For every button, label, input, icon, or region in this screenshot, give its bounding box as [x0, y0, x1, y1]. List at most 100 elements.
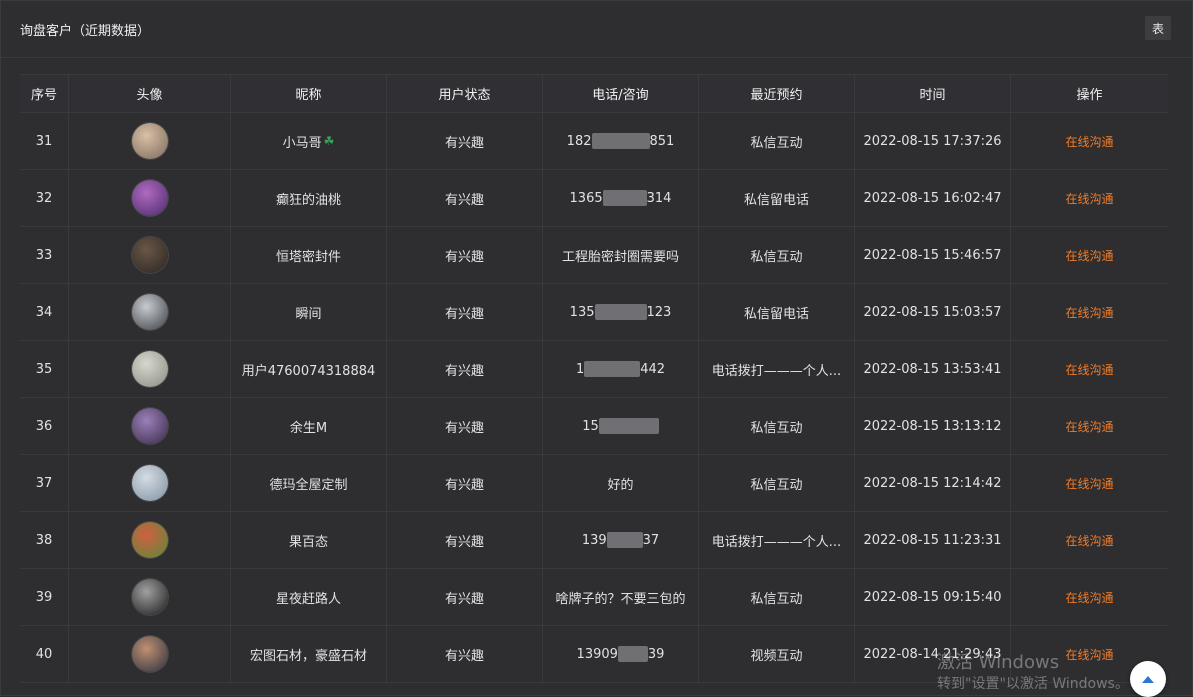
- nickname-text: 瞬间: [295, 306, 322, 322]
- action-cell: 在线沟通: [1011, 398, 1168, 454]
- action-cell: 在线沟通: [1011, 284, 1168, 340]
- phone-prefix: 13909: [576, 646, 618, 662]
- nickname-cell: 用户4760074318884: [231, 341, 387, 397]
- record-time: 2022-08-15 15:03:57: [855, 284, 1011, 340]
- action-cell: 在线沟通: [1011, 341, 1168, 397]
- column-header-action: 操作: [1076, 88, 1103, 103]
- phone-consult-cell: 好的: [543, 455, 699, 511]
- phone-suffix: 123: [646, 304, 672, 320]
- phone-prefix: 135: [569, 304, 595, 320]
- row-index: 35: [20, 341, 69, 397]
- record-time: 2022-08-15 13:13:12: [855, 398, 1011, 454]
- table-row: 33 恒塔密封件 有兴趣 工程胎密封圈需要吗 私信互动 2022-08-15 15:46:…: [20, 227, 1168, 284]
- table-body: 31 小马哥 ☘ 有兴趣 182 851 私信互动 2022-08-15 17:37:26 在线…: [20, 113, 1168, 683]
- record-time: 2022-08-15 11:23:31: [855, 512, 1011, 568]
- online-chat-link[interactable]: 在线沟通: [1065, 646, 1113, 663]
- avatar: [131, 522, 168, 558]
- row-index: 36: [20, 398, 69, 454]
- avatar-cell: [69, 113, 231, 169]
- row-index: 33: [20, 227, 69, 283]
- online-chat-link[interactable]: 在线沟通: [1065, 589, 1113, 606]
- nickname-text: 小马哥: [282, 135, 322, 151]
- customer-table: 序号 头像 昵称 用户状态 电话/咨询 最近预约 时间 操作 31 小马哥 ☘ 有兴趣…: [20, 74, 1168, 683]
- avatar-cell: [69, 626, 231, 682]
- online-chat-link[interactable]: 在线沟通: [1065, 133, 1113, 150]
- user-status: 有兴趣: [387, 512, 543, 568]
- action-cell: 在线沟通: [1011, 227, 1168, 283]
- online-chat-link[interactable]: 在线沟通: [1065, 304, 1113, 321]
- avatar-cell: [69, 227, 231, 283]
- action-cell: 在线沟通: [1011, 455, 1168, 511]
- user-status: 有兴趣: [387, 341, 543, 397]
- phone-redaction-mask: [602, 190, 647, 206]
- nickname-cell: 恒塔密封件: [231, 227, 387, 283]
- nickname-text: 果百态: [288, 534, 328, 550]
- avatar-cell: [69, 398, 231, 454]
- phone-consult-cell: 135 123: [543, 284, 699, 340]
- nickname-cell: 宏图石材，豪盛石材: [231, 626, 387, 682]
- avatar-cell: [69, 569, 231, 625]
- record-time: 2022-08-15 15:46:57: [855, 227, 1011, 283]
- scroll-to-top-button[interactable]: [1130, 661, 1166, 697]
- column-header-phone: 电话/咨询: [543, 75, 699, 112]
- record-time: 2022-08-15 12:14:42: [855, 455, 1011, 511]
- phone-consult-cell: 1365 314: [543, 170, 699, 226]
- phone-suffix: 39: [647, 646, 665, 662]
- recent-reservation: 电话拨打———个人...: [699, 512, 855, 568]
- nickname-text: 恒塔密封件: [275, 249, 341, 265]
- recent-reservation: 私信互动: [699, 113, 855, 169]
- recent-reservation: 私信互动: [699, 455, 855, 511]
- column-header-index: 序号: [20, 75, 69, 112]
- table-view-toggle-button[interactable]: 表: [1145, 16, 1171, 40]
- table-row: 37 德玛全屋定制 有兴趣 好的 私信互动 2022-08-15 12:14:42 在线沟通: [20, 455, 1168, 512]
- consult-text: 工程胎密封圈需要吗: [561, 249, 679, 265]
- nickname-text: 用户4760074318884: [241, 363, 376, 379]
- online-chat-link[interactable]: 在线沟通: [1065, 418, 1113, 435]
- recent-reservation: 私信互动: [699, 569, 855, 625]
- phone-consult-cell: 13909 39: [543, 626, 699, 682]
- phone-suffix: 851: [649, 133, 675, 149]
- recent-reservation: 私信互动: [699, 227, 855, 283]
- phone-prefix: 139: [581, 532, 607, 548]
- online-chat-link[interactable]: 在线沟通: [1065, 475, 1113, 492]
- phone-redaction-mask: [606, 532, 643, 548]
- phone-suffix: 37: [642, 532, 660, 548]
- phone-consult-cell: 1 442: [543, 341, 699, 397]
- nickname-cell: 德玛全屋定制: [231, 455, 387, 511]
- consult-text: 好的: [607, 477, 634, 493]
- online-chat-link[interactable]: 在线沟通: [1065, 361, 1113, 378]
- avatar: [131, 636, 168, 672]
- panel-header: 询盘客户（近期数据） 表: [1, 1, 1192, 58]
- inquiry-panel: 询盘客户（近期数据） 表 序号 头像 昵称 用户状态 电话/咨询 最近预约 时间…: [0, 0, 1193, 697]
- nickname-cell: 星夜赶路人: [231, 569, 387, 625]
- online-chat-link[interactable]: 在线沟通: [1065, 247, 1113, 264]
- recent-reservation: 私信留电话: [699, 284, 855, 340]
- windows-activation-watermark-hint: 转到"设置"以激活 Windows。: [937, 676, 1129, 692]
- phone-redaction-mask: [594, 304, 647, 320]
- table-header-row: 序号 头像 昵称 用户状态 电话/咨询 最近预约 时间 操作: [20, 74, 1168, 113]
- row-index: 40: [20, 626, 69, 682]
- chevron-up-icon: [1142, 676, 1154, 683]
- user-status: 有兴趣: [387, 569, 543, 625]
- avatar: [131, 294, 168, 330]
- nickname-cell: 瞬间: [231, 284, 387, 340]
- table-row: 38 果百态 有兴趣 139 37 电话拨打———个人... 2022-08-15 11:2…: [20, 512, 1168, 569]
- recent-reservation: 视频互动: [699, 626, 855, 682]
- recent-reservation: 私信互动: [699, 398, 855, 454]
- user-status: 有兴趣: [387, 398, 543, 454]
- record-time: 2022-08-15 13:53:41: [855, 341, 1011, 397]
- recent-reservation: 电话拨打———个人...: [699, 341, 855, 397]
- column-header-avatar: 头像: [69, 75, 231, 112]
- phone-prefix: 182: [566, 133, 592, 149]
- row-index: 32: [20, 170, 69, 226]
- action-cell: 在线沟通: [1011, 512, 1168, 568]
- phone-redaction-mask: [598, 418, 659, 434]
- avatar-cell: [69, 455, 231, 511]
- user-status: 有兴趣: [387, 455, 543, 511]
- avatar: [131, 351, 168, 387]
- online-chat-link[interactable]: 在线沟通: [1065, 190, 1113, 207]
- phone-consult-cell: 139 37: [543, 512, 699, 568]
- avatar: [131, 123, 168, 159]
- online-chat-link[interactable]: 在线沟通: [1065, 532, 1113, 549]
- nickname-text: 德玛全屋定制: [269, 477, 348, 493]
